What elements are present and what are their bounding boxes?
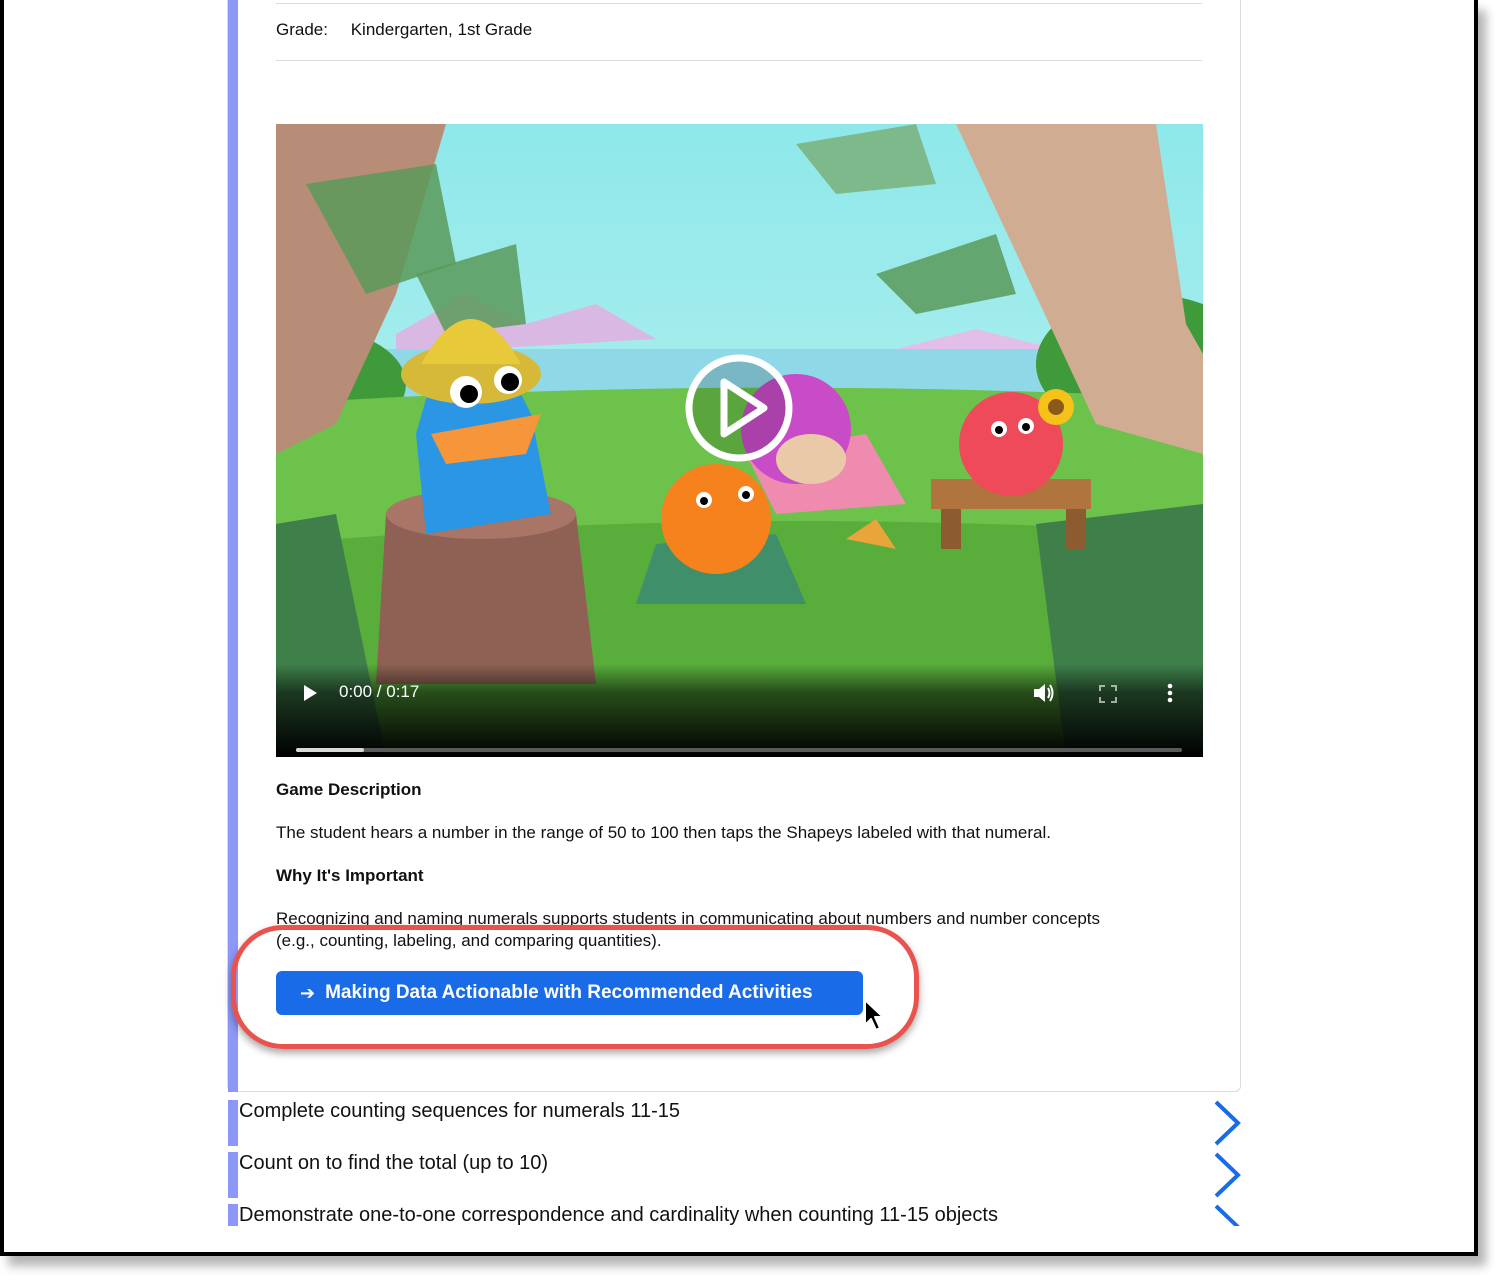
list-item-accent-bar: [228, 1100, 238, 1146]
card-accent-bar: [228, 0, 238, 1092]
game-description-heading: Game Description: [276, 780, 422, 799]
video-progress-fill: [296, 748, 365, 752]
chevron-right-icon[interactable]: [1212, 1204, 1242, 1226]
game-description-text: The student hears a number in the range …: [276, 823, 1051, 842]
fullscreen-icon[interactable]: [1099, 685, 1117, 708]
list-item[interactable]: Complete counting sequences for numerals…: [228, 1100, 1242, 1146]
list-item[interactable]: Count on to find the total (up to 10): [228, 1152, 1242, 1198]
list-item-label: Complete counting sequences for numerals…: [239, 1100, 680, 1122]
play-icon[interactable]: [302, 684, 318, 707]
video-progress-bar[interactable]: [296, 748, 1182, 752]
list-item-label: Demonstrate one-to-one correspondence an…: [239, 1204, 998, 1226]
top-divider: [276, 3, 1202, 4]
list-item[interactable]: Demonstrate one-to-one correspondence an…: [228, 1204, 1242, 1226]
video-controls: 0:00 / 0:17: [276, 664, 1203, 757]
chevron-right-icon[interactable]: [1212, 1152, 1242, 1198]
list-item-label: Count on to find the total (up to 10): [239, 1152, 549, 1174]
mouse-cursor-icon: [864, 999, 884, 1031]
grade-label: Grade:: [276, 20, 328, 39]
list-item-accent-bar: [228, 1204, 238, 1226]
grade-value: Kindergarten, 1st Grade: [350, 20, 533, 39]
video-player[interactable]: 0:00 / 0:17: [276, 124, 1203, 757]
screenshot-frame: Grade: Kindergarten, 1st Grade 0:00 / 0:…: [0, 0, 1478, 1256]
volume-icon[interactable]: [1032, 682, 1056, 709]
video-poster: [276, 124, 1203, 757]
list-item-accent-bar: [228, 1152, 238, 1198]
why-important-heading: Why It's Important: [276, 866, 424, 885]
more-vertical-icon[interactable]: [1167, 683, 1173, 708]
highlight-annotation: [231, 925, 919, 1049]
grade-row: Grade: Kindergarten, 1st Grade: [276, 20, 532, 40]
video-time: 0:00 / 0:17: [339, 682, 420, 701]
chevron-right-icon[interactable]: [1212, 1100, 1242, 1146]
grade-divider: [276, 60, 1202, 61]
